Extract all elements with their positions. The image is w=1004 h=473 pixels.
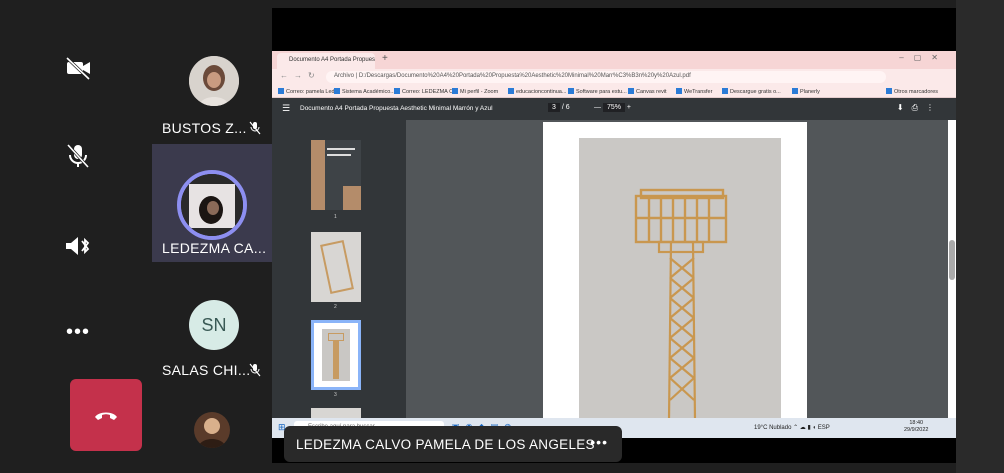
camera-toggle-button[interactable] <box>58 48 98 88</box>
participant-tile-active[interactable]: LEDEZMA CA... <box>152 144 272 262</box>
participant-name: LEDEZMA CA... <box>162 240 267 256</box>
bookmark-item[interactable]: Planerly <box>792 88 820 95</box>
pdf-scrollbar[interactable] <box>948 120 956 418</box>
thumbnail-page[interactable] <box>311 232 361 302</box>
bookmark-item[interactable]: Descargue gratis o... <box>722 88 781 95</box>
pdf-title: Documento A4 Portada Propuesta Aesthetic… <box>300 105 493 112</box>
bookmark-item[interactable]: Mi perfil - Zoom <box>452 88 498 95</box>
mic-off-icon <box>249 363 261 377</box>
pdf-viewer: 1 2 3 <box>272 120 956 422</box>
browser-toolbar: ←→↻ Archivo | D:/Descargas/Documento%20A… <box>272 69 956 85</box>
audio-device-button[interactable] <box>58 226 98 266</box>
participant-tile[interactable] <box>152 400 272 473</box>
mic-off-icon <box>66 143 90 169</box>
participant-tile[interactable]: BUSTOS Z... <box>152 22 272 142</box>
new-tab-icon[interactable]: + <box>382 53 388 64</box>
bookmark-item[interactable]: Otros marcadores <box>886 88 938 95</box>
thumbnail-number: 1 <box>334 214 337 220</box>
model-tower-photo <box>579 138 781 421</box>
participant-name: BUSTOS Z... <box>162 120 247 136</box>
avatar <box>189 56 239 106</box>
page-total: / 6 <box>561 104 570 111</box>
thumbnail-page[interactable] <box>311 140 361 210</box>
presenter-name: LEDEZMA CALVO PAMELA DE LOS ANGELES <box>296 437 595 452</box>
call-controls-rail: ••• <box>0 0 152 473</box>
bookmark-item[interactable]: WeTransfer <box>676 88 712 95</box>
page-input[interactable]: 3 <box>548 103 560 112</box>
bookmark-item[interactable]: Software para estu... <box>568 88 627 95</box>
language-indicator: ESP <box>817 425 830 431</box>
window-controls[interactable]: –▢✕ <box>899 53 948 62</box>
thumbnail-number: 2 <box>334 304 337 310</box>
thumbnail-sidebar: 1 2 3 <box>272 120 406 418</box>
mic-off-icon <box>249 121 261 135</box>
weather-text: 19°C Nublado <box>754 425 792 431</box>
speaker-bluetooth-icon <box>66 237 90 255</box>
zoom-value[interactable]: 75% <box>602 103 625 112</box>
menu-icon[interactable]: ☰ <box>282 103 290 114</box>
pdf-page <box>543 122 807 422</box>
system-tray[interactable]: 19°C Nublado ⌃ ☁ ▮ ◖ ESP <box>754 424 830 431</box>
mic-toggle-button[interactable] <box>58 136 98 176</box>
bookmark-item[interactable]: educacioncontinua... <box>508 88 566 95</box>
avatar <box>194 412 230 448</box>
page-indicator[interactable]: 3 / 6 <box>548 103 570 112</box>
bookmark-item[interactable]: Canvas revit <box>628 88 667 95</box>
taskbar-clock[interactable]: 18:40 29/9/2022 <box>904 420 928 434</box>
shared-screen: Documento A4 Portada Propuest + –▢✕ ←→↻ … <box>272 8 956 463</box>
browser-tab[interactable]: Documento A4 Portada Propuest <box>277 53 375 69</box>
right-margin <box>956 0 1004 473</box>
presenter-name-bar: LEDEZMA CALVO PAMELA DE LOS ANGELES ••• <box>284 426 622 462</box>
pdf-actions[interactable]: ⬇⎙⋮ <box>897 103 942 113</box>
participant-tile[interactable]: SN SALAS CHI... <box>152 290 272 410</box>
thumbnail-page[interactable] <box>311 408 361 418</box>
bookmark-item[interactable]: Correo: LEDEZMA C... <box>394 88 458 95</box>
nav-buttons[interactable]: ←→↻ <box>280 71 321 80</box>
avatar-initials: SN <box>189 300 239 350</box>
bookmark-item[interactable]: Sistema Académico... <box>334 88 395 95</box>
camera-off-icon <box>65 56 91 81</box>
leave-call-button[interactable] <box>70 379 142 451</box>
pdf-toolbar: ☰ Documento A4 Portada Propuesta Aesthet… <box>272 98 956 120</box>
presenter-more-button[interactable]: ••• <box>590 434 608 450</box>
participants-panel: BUSTOS Z... LEDEZMA CA... SN SALAS CHI..… <box>152 0 272 473</box>
more-options-button[interactable]: ••• <box>58 312 98 352</box>
bookmarks-bar: Correo: pamela Led... Sistema Académico.… <box>272 85 956 98</box>
hang-up-icon <box>95 412 117 420</box>
participant-name: SALAS CHI... <box>162 362 251 378</box>
avatar <box>177 170 247 240</box>
address-bar[interactable]: Archivo | D:/Descargas/Documento%20A4%20… <box>326 71 886 83</box>
browser-tab-strip: Documento A4 Portada Propuest + –▢✕ <box>272 51 956 69</box>
bookmark-item[interactable]: Correo: pamela Led... <box>278 88 339 95</box>
thumbnail-page-selected[interactable] <box>311 320 361 390</box>
zoom-control[interactable]: — 75% + <box>594 103 631 112</box>
thumbnail-number: 3 <box>334 392 337 398</box>
